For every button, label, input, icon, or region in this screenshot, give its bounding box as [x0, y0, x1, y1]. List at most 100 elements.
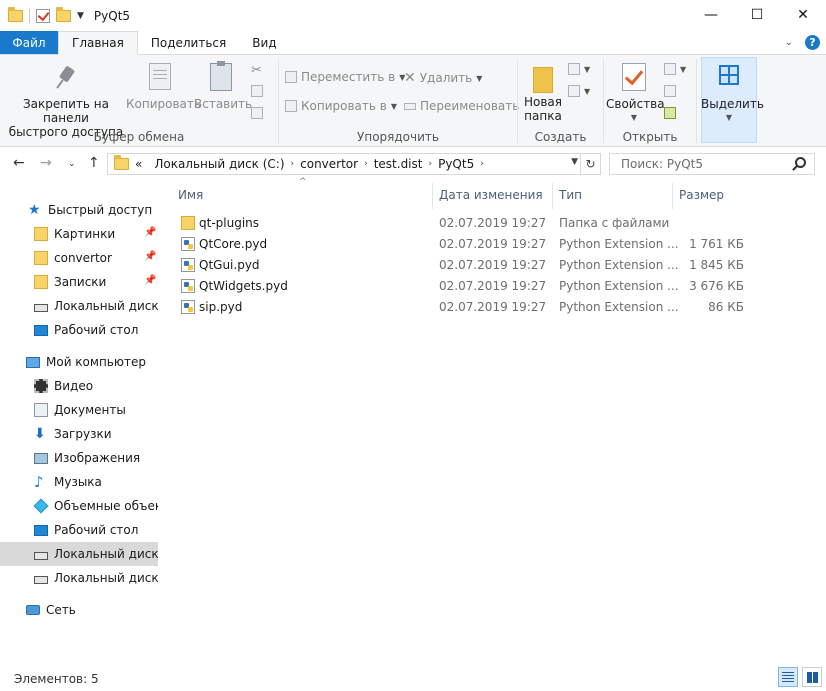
sidebar-item-pc-local-disk-d[interactable]: Локальный диск (D — [0, 566, 158, 590]
file-date: 02.07.2019 19:27 — [439, 258, 547, 272]
sidebar-item-label: Мой компьютер — [46, 355, 146, 369]
sidebar-item-label: Рабочий стол — [54, 323, 139, 337]
open-button[interactable]: ▼ — [664, 63, 686, 75]
tab-home[interactable]: Главная — [58, 31, 138, 55]
properties-quick-icon[interactable] — [36, 8, 50, 23]
minimize-button[interactable]: — — [688, 0, 734, 30]
breadcrumb-overflow[interactable]: « — [129, 157, 148, 171]
forward-button[interactable]: → — [40, 155, 52, 171]
tab-share[interactable]: Поделиться — [138, 31, 239, 54]
properties-button[interactable]: Свойства ▼ — [606, 63, 665, 125]
up-button[interactable]: ↑ — [88, 155, 100, 171]
customize-quick-access-icon[interactable]: ▼ — [77, 11, 84, 21]
sidebar-item-this-pc[interactable]: Мой компьютер — [0, 350, 158, 374]
chevron-down-icon: ▼ — [680, 64, 687, 74]
large-icons-view-icon[interactable] — [802, 667, 822, 687]
close-button[interactable]: ✕ — [780, 0, 826, 30]
sidebar-item-downloads[interactable]: ⬇ Загрузки — [0, 422, 158, 446]
rename-label: Переименовать — [420, 99, 520, 113]
sidebar-item-label: Документы — [54, 403, 126, 417]
paste-icon — [210, 61, 232, 91]
sidebar-item-images[interactable]: Изображения — [0, 446, 158, 470]
chevron-down-icon[interactable]: ⌄ — [785, 37, 793, 48]
sidebar-item-videos[interactable]: Видео — [0, 374, 158, 398]
pin-icon: 📌 — [144, 275, 157, 286]
move-to-button[interactable]: Переместить в ▼ — [285, 70, 405, 84]
search-input[interactable]: Поиск: PyQt5 — [609, 153, 815, 175]
sidebar-item-label: Картинки — [54, 227, 116, 241]
tab-view[interactable]: Вид — [239, 31, 289, 54]
sidebar-item-pc-desktop[interactable]: Рабочий стол — [0, 518, 158, 542]
copy-to-button[interactable]: Копировать в ▼ — [285, 99, 397, 113]
sidebar-item-3d-objects[interactable]: Объемные объекты — [0, 494, 158, 518]
column-header-size[interactable]: Размер — [679, 188, 724, 202]
breadcrumb-segment[interactable]: Локальный диск (C:) — [148, 157, 290, 171]
file-row[interactable]: QtGui.pyd 02.07.2019 19:27 Python Extens… — [170, 255, 770, 276]
desktop-icon — [34, 324, 48, 336]
column-header-name[interactable]: Имя — [178, 188, 203, 202]
file-row[interactable]: sip.pyd 02.07.2019 19:27 Python Extensio… — [170, 297, 770, 318]
copy-button[interactable]: Копировать — [126, 63, 201, 111]
file-name: QtGui.pyd — [199, 258, 260, 272]
python-file-icon — [181, 258, 195, 272]
open-group-label: Открыть — [622, 130, 678, 144]
sidebar-item-desktop[interactable]: Рабочий стол — [0, 318, 158, 342]
new-folder-button[interactable]: Новая папка — [520, 63, 566, 123]
search-icon[interactable] — [795, 157, 806, 168]
sidebar-item-local-disk-c[interactable]: Локальный диск (C — [0, 294, 158, 318]
chevron-down-icon[interactable]: ▼ — [571, 157, 578, 167]
file-row[interactable]: QtCore.pyd 02.07.2019 19:27 Python Exten… — [170, 234, 770, 255]
paste-button[interactable]: Вставить — [194, 61, 252, 111]
breadcrumb-segment[interactable]: convertor — [294, 157, 364, 171]
sidebar-item-label: Записки — [54, 275, 107, 289]
sidebar-item-quick-access[interactable]: ★ Быстрый доступ — [0, 198, 158, 222]
clipboard-group-label: Буфер обмена — [93, 130, 185, 144]
maximize-button[interactable]: ☐ — [734, 0, 780, 30]
sidebar-item-convertor[interactable]: convertor 📌 — [0, 246, 158, 270]
delete-button[interactable]: ✕ Удалить ▼ — [404, 70, 482, 86]
paste-shortcut-button[interactable] — [251, 107, 263, 119]
edit-button[interactable] — [664, 85, 676, 97]
easy-access-button[interactable]: ▼ — [568, 85, 590, 97]
new-folder-label-2: папка — [524, 109, 562, 123]
divider — [696, 59, 697, 143]
column-separator[interactable] — [552, 183, 553, 209]
move-icon — [285, 71, 297, 83]
column-separator[interactable] — [432, 183, 433, 209]
file-row[interactable]: qt-plugins 02.07.2019 19:27 Папка с файл… — [170, 213, 770, 234]
new-item-button[interactable]: ▼ — [568, 63, 590, 75]
refresh-icon[interactable]: ↻ — [580, 154, 600, 174]
back-button[interactable]: ← — [13, 155, 25, 171]
sidebar-item-label: Сеть — [46, 603, 76, 617]
rename-button[interactable]: Переименовать — [404, 99, 519, 113]
sidebar-item-music[interactable]: ♪ Музыка — [0, 470, 158, 494]
history-button[interactable] — [664, 107, 676, 119]
details-view-icon[interactable] — [778, 667, 798, 687]
column-header-date[interactable]: Дата изменения — [439, 188, 543, 202]
breadcrumb-segment[interactable]: PyQt5 — [432, 157, 480, 171]
drive-icon — [34, 576, 48, 584]
address-bar[interactable]: « Локальный диск (C:) › convertor › test… — [107, 153, 601, 175]
file-name: qt-plugins — [199, 216, 260, 230]
new-folder-quick-icon[interactable] — [56, 6, 71, 22]
sidebar-item-pictures[interactable]: Картинки 📌 — [0, 222, 158, 246]
column-separator[interactable] — [672, 183, 673, 209]
pin-icon — [55, 65, 77, 91]
sidebar-item-network[interactable]: Сеть — [0, 598, 158, 622]
help-icon[interactable]: ? — [805, 35, 820, 50]
tab-file[interactable]: Файл — [0, 31, 58, 54]
file-row[interactable]: QtWidgets.pyd 02.07.2019 19:27 Python Ex… — [170, 276, 770, 297]
column-header-type[interactable]: Тип — [559, 188, 582, 202]
select-button[interactable]: Выделить ▼ — [701, 65, 764, 125]
breadcrumb-segment[interactable]: test.dist — [368, 157, 429, 171]
pin-to-quick-access-button[interactable]: Закрепить на панели быстрого доступа — [6, 65, 126, 139]
cut-button[interactable]: ✂ — [251, 63, 262, 78]
chevron-right-icon[interactable]: › — [480, 159, 484, 169]
recent-locations-button[interactable]: ⌄ — [68, 159, 76, 169]
python-file-icon — [181, 300, 195, 314]
sidebar-item-documents[interactable]: Документы — [0, 398, 158, 422]
copy-path-button[interactable] — [251, 85, 263, 97]
file-size: 3 676 КБ — [689, 279, 744, 293]
sidebar-item-pc-local-disk-c[interactable]: Локальный диск (C — [0, 542, 158, 566]
sidebar-item-notes[interactable]: Записки 📌 — [0, 270, 158, 294]
